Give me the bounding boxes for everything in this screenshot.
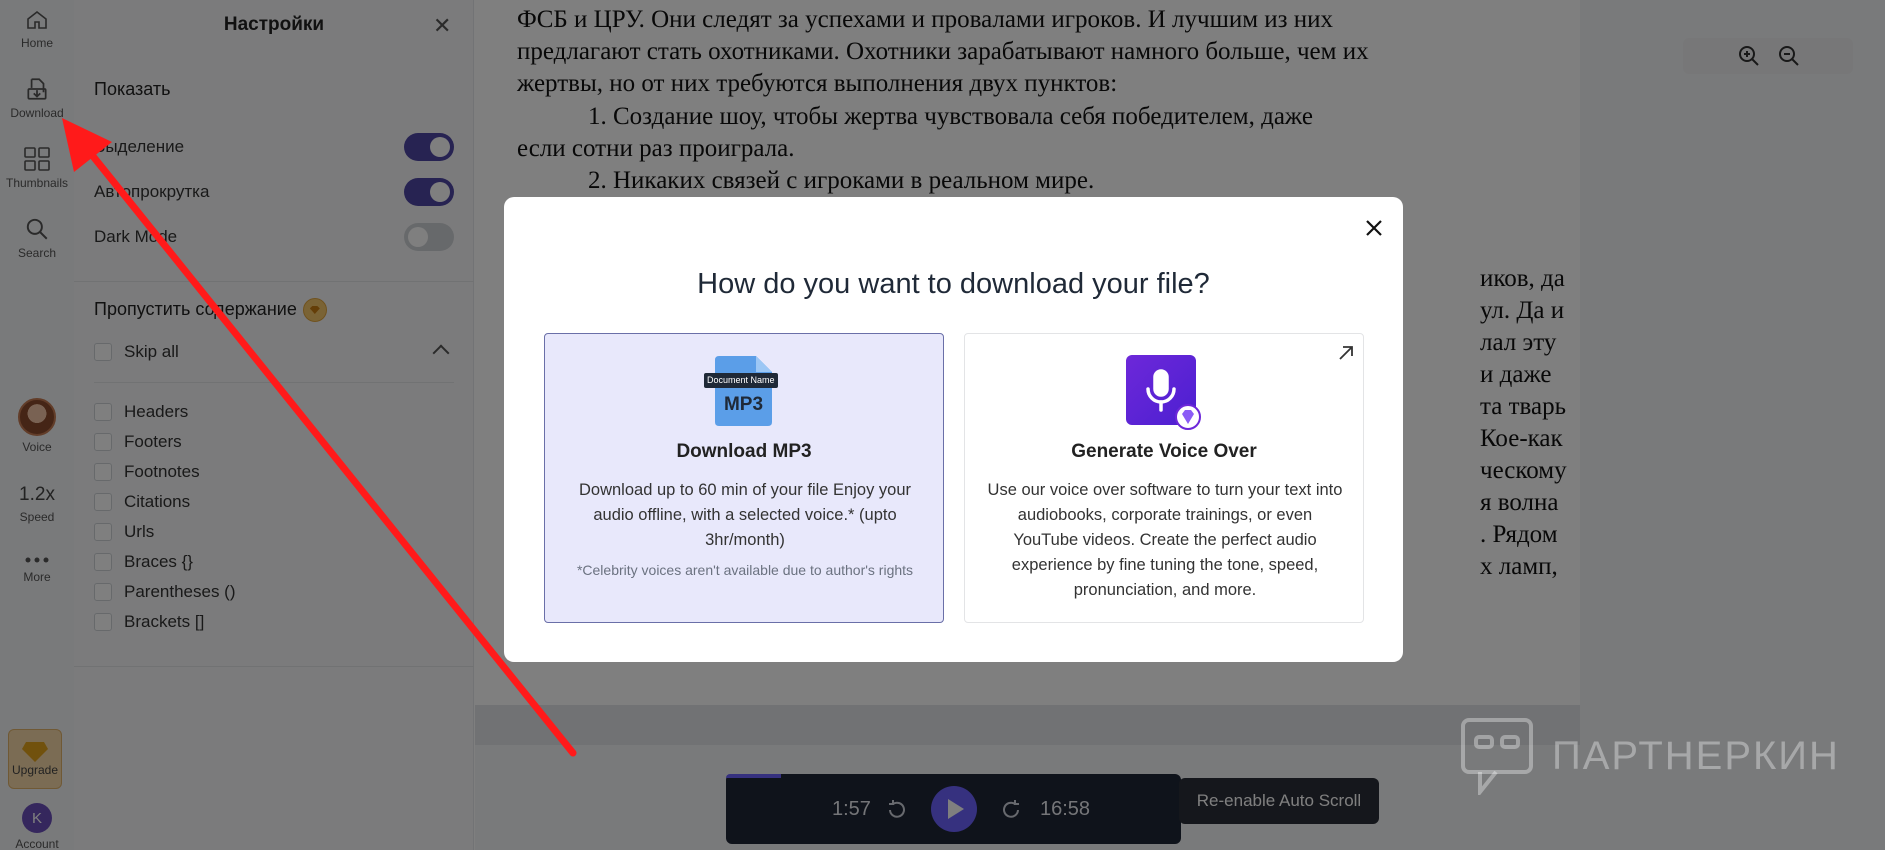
- generate-voice-over-description: Use our voice over software to turn your…: [987, 481, 1343, 599]
- generate-voice-over-title: Generate Voice Over: [1071, 441, 1257, 462]
- download-mp3-card[interactable]: Document Name MP3 Download MP3 Download …: [544, 333, 944, 623]
- watermark: ПАРТНЕРКИН: [1460, 717, 1840, 795]
- external-link-icon[interactable]: [1337, 344, 1355, 362]
- document-name-label: Document Name: [704, 373, 778, 388]
- modal-title: How do you want to download your file?: [697, 268, 1210, 300]
- watermark-text: ПАРТНЕРКИН: [1552, 733, 1840, 778]
- generate-voice-over-card[interactable]: Generate Voice Over Use our voice over s…: [964, 333, 1364, 623]
- close-icon[interactable]: [1362, 216, 1386, 240]
- download-mp3-title: Download MP3: [676, 441, 812, 462]
- premium-badge-icon: [1175, 404, 1201, 430]
- download-mp3-description: Download up to 60 min of your file Enjoy…: [578, 481, 911, 549]
- mp3-icon-text: MP3: [723, 394, 764, 415]
- celebrity-voices-note: *Celebrity voices aren't available due t…: [576, 562, 914, 578]
- chat-bubble-icon: [1461, 718, 1533, 795]
- microphone-tile: [1126, 355, 1201, 430]
- download-modal: How do you want to download your file? D…: [504, 197, 1403, 662]
